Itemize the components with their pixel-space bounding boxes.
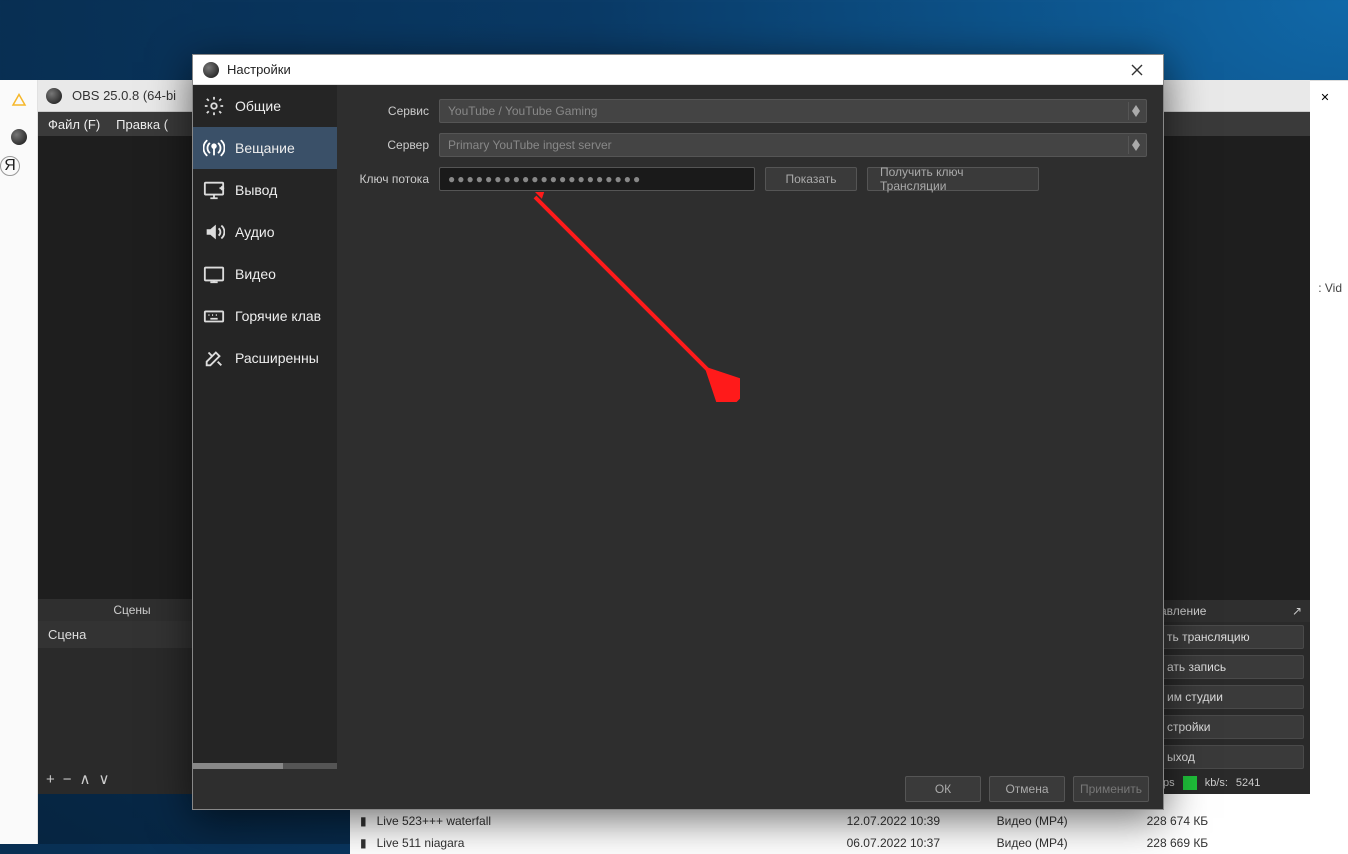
file-size: 228 669 КБ (1147, 836, 1209, 850)
kbs-value: 5241 (1236, 777, 1260, 789)
close-icon (1131, 64, 1143, 76)
monitor-icon (203, 179, 225, 201)
settings-title: Настройки (227, 62, 291, 77)
stream-key-input[interactable]: ●●●●●●●●●●●●●●●●●●●●● (439, 167, 755, 191)
sidebar-item-video[interactable]: Видео (193, 253, 337, 295)
file-name: Live 523+++ waterfall (377, 814, 837, 828)
window-title: OBS 25.0.8 (64-bi (72, 88, 176, 103)
status-indicator (1183, 776, 1197, 790)
sidebar-item-audio[interactable]: Аудио (193, 211, 337, 253)
popout-icon[interactable]: ↗ (1292, 604, 1302, 618)
file-row[interactable]: ▮ Live 523+++ waterfall 12.07.2022 10:39… (350, 810, 1348, 832)
sidebar-item-label: Вывод (235, 182, 277, 198)
sidebar-item-general[interactable]: Общие (193, 85, 337, 127)
get-stream-key-button[interactable]: Получить ключ Трансляции (867, 167, 1039, 191)
service-value: YouTube / YouTube Gaming (448, 104, 597, 118)
file-icon: ▮ (360, 836, 367, 850)
settings-sidebar: Общие Вещание Вывод Аудио (193, 85, 337, 769)
controls-panel: авление ↗ ть трансляцию ать запись им ст… (1152, 600, 1310, 794)
move-up-button[interactable]: ∧ (80, 770, 91, 788)
keyboard-icon (203, 305, 225, 327)
sidebar-item-label: Видео (235, 266, 276, 282)
controls-header-label: авление (1160, 604, 1206, 618)
settings-dialog: Настройки Общие Вещание (192, 54, 1164, 810)
sidebar-item-output[interactable]: Вывод (193, 169, 337, 211)
exit-button[interactable]: ыход (1158, 745, 1304, 769)
service-label: Сервис (353, 104, 429, 118)
file-icon: ▮ (360, 814, 367, 828)
sidebar-item-label: Горячие клав (235, 308, 321, 324)
server-select[interactable]: Primary YouTube ingest server (439, 133, 1147, 157)
server-value: Primary YouTube ingest server (448, 138, 612, 152)
menu-edit[interactable]: Правка ( (116, 117, 168, 132)
move-down-button[interactable]: ∨ (99, 770, 110, 788)
file-size: 228 674 КБ (1147, 814, 1209, 828)
add-scene-button[interactable]: + (46, 771, 55, 788)
service-select[interactable]: YouTube / YouTube Gaming (439, 99, 1147, 123)
stream-key-label: Ключ потока (353, 172, 429, 186)
start-stream-button[interactable]: ть трансляцию (1158, 625, 1304, 649)
broadcast-icon (203, 137, 225, 159)
sidebar-item-label: Расширенны (235, 350, 319, 366)
start-record-button[interactable]: ать запись (1158, 655, 1304, 679)
file-date: 06.07.2022 10:37 (847, 836, 987, 850)
sidebar-item-hotkeys[interactable]: Горячие клав (193, 295, 337, 337)
remove-scene-button[interactable]: − (63, 771, 72, 788)
apply-button[interactable]: Применить (1073, 776, 1149, 802)
stream-key-value: ●●●●●●●●●●●●●●●●●●●●● (448, 172, 642, 186)
kbs-label: kb/s: (1205, 777, 1228, 789)
file-row[interactable]: ▮ Live 511 niagara 06.07.2022 10:37 Виде… (350, 832, 1348, 854)
file-type: Видео (MP4) (997, 836, 1137, 850)
sidebar-scrollbar[interactable] (193, 763, 337, 769)
speaker-icon (203, 221, 225, 243)
menu-file[interactable]: Файл (F) (48, 117, 100, 132)
sidebar-tag: : Vid (1318, 281, 1342, 295)
status-bar: fps kb/s: 5241 (1152, 772, 1310, 794)
drive-icon[interactable] (0, 80, 38, 118)
close-button[interactable] (1115, 55, 1159, 85)
yandex-icon[interactable]: Я (0, 156, 20, 176)
file-date: 12.07.2022 10:39 (847, 814, 987, 828)
taskbar: Я (0, 80, 38, 844)
sidebar-item-label: Общие (235, 98, 281, 114)
obs-icon (46, 88, 62, 104)
obs-icon[interactable] (0, 118, 38, 156)
tools-icon (203, 347, 225, 369)
sidebar-item-label: Аудио (235, 224, 275, 240)
ok-button[interactable]: ОК (905, 776, 981, 802)
video-icon (203, 263, 225, 285)
sidebar-item-advanced[interactable]: Расширенны (193, 337, 337, 379)
cancel-button[interactable]: Отмена (989, 776, 1065, 802)
show-key-button[interactable]: Показать (765, 167, 857, 191)
settings-footer: ОК Отмена Применить (193, 769, 1163, 809)
gear-icon (203, 95, 225, 117)
obs-icon (203, 62, 219, 78)
sidebar-item-stream[interactable]: Вещание (193, 127, 337, 169)
file-type: Видео (MP4) (997, 814, 1137, 828)
chevron-updown-icon (1128, 136, 1142, 154)
server-label: Сервер (353, 138, 429, 152)
settings-content: Сервис YouTube / YouTube Gaming Сервер P… (337, 85, 1163, 769)
settings-titlebar: Настройки (193, 55, 1163, 85)
chevron-updown-icon (1128, 102, 1142, 120)
settings-button[interactable]: стройки (1158, 715, 1304, 739)
studio-mode-button[interactable]: им студии (1158, 685, 1304, 709)
file-name: Live 511 niagara (377, 836, 837, 850)
sidebar-item-label: Вещание (235, 140, 295, 156)
